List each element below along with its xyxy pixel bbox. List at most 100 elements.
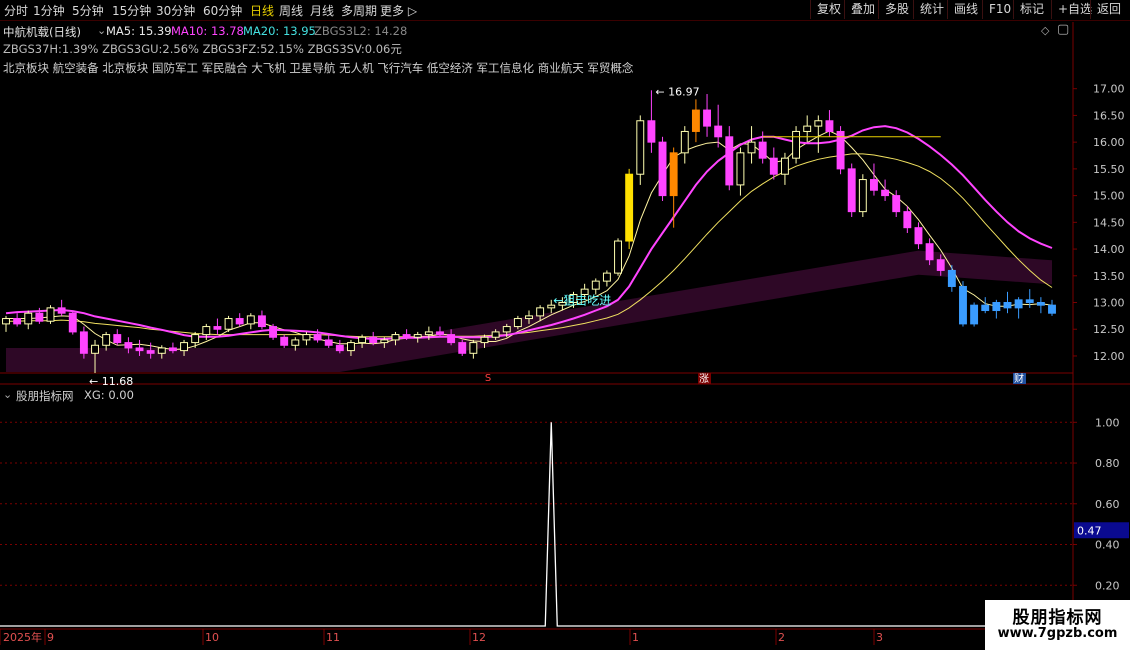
- candle-body-26: [291, 339, 300, 346]
- candle-body-33: [369, 336, 378, 344]
- candle-body-77: [858, 179, 867, 213]
- candle-body-32: [358, 336, 367, 344]
- candle-body-68: [758, 141, 767, 159]
- marker-s: S: [485, 373, 491, 384]
- candle-body-48: [536, 307, 545, 317]
- candle-body-71: [792, 130, 801, 159]
- candle-body-76: [847, 168, 856, 213]
- x-axis-label-0: 2025年: [3, 630, 42, 644]
- candle-body-61: [680, 130, 689, 154]
- indicator-xg-value: XG: 0.00: [84, 388, 134, 402]
- candle-body-65: [725, 136, 734, 186]
- candle-body-43: [480, 336, 489, 344]
- high-annotation: ← 16.97: [655, 85, 699, 98]
- candle-body-10: [113, 334, 122, 344]
- candle-body-46: [513, 318, 522, 328]
- candle-body-94: [1048, 304, 1056, 314]
- candle-body-84: [936, 259, 945, 271]
- buy-signal-label: ←狙击吃进: [553, 294, 611, 308]
- candle-body-53: [591, 280, 600, 290]
- indicator-collapse-icon[interactable]: ⌄: [3, 388, 12, 401]
- price-tick-label-1: 12.50: [1093, 323, 1125, 336]
- candle-body-38: [424, 331, 433, 336]
- watermark-url: www.7gpzb.com: [997, 626, 1118, 641]
- candle-body-28: [313, 334, 322, 341]
- ma20-line: [6, 153, 1053, 338]
- candle-body-56: [625, 173, 634, 242]
- candle-body-13: [146, 350, 155, 354]
- candle-body-19: [213, 326, 222, 330]
- kline-chart: 12.00 12.50 13.00 13.50 14.00 14.50 15.00 15.50…: [0, 22, 1130, 645]
- indicator-title: 股朋指标网: [16, 389, 74, 403]
- x-axis-label-4: 12: [472, 631, 486, 644]
- candle-body-20: [224, 318, 233, 330]
- candle-body-41: [458, 342, 467, 354]
- price-tick-label-8: 16.00: [1093, 136, 1125, 149]
- candle-body-86: [959, 285, 967, 325]
- candle-body-54: [602, 272, 611, 282]
- candle-body-23: [257, 315, 266, 328]
- ma10-line: [5, 125, 1053, 340]
- ind-current-label: 0.47: [1077, 524, 1102, 537]
- candle-body-81: [903, 211, 912, 229]
- candle-body-78: [870, 179, 878, 191]
- low-annotation: ← 11.68: [89, 375, 133, 388]
- candle-body-9: [102, 334, 111, 346]
- candle-body-44: [491, 331, 500, 338]
- price-tick-label-9: 16.50: [1093, 109, 1125, 122]
- candle-body-70: [780, 157, 789, 175]
- candle-body-8: [91, 344, 99, 354]
- candle-body-18: [202, 326, 211, 336]
- candle-body-79: [881, 189, 890, 197]
- candle-body-12: [135, 347, 144, 352]
- candle-body-15: [168, 347, 177, 352]
- price-tick-label-2: 13.00: [1093, 297, 1125, 310]
- candle-body-66: [736, 152, 745, 186]
- candle-body-45: [502, 326, 511, 333]
- candle-body-80: [892, 195, 901, 213]
- candle-body-58: [647, 120, 656, 143]
- candle-body-72: [803, 125, 812, 132]
- candle-body-93: [1036, 302, 1045, 306]
- candle-body-42: [469, 342, 478, 354]
- candle-body-24: [269, 326, 278, 338]
- candle-body-73: [814, 120, 823, 127]
- candle-body-1: [13, 318, 22, 325]
- candle-body-16: [180, 342, 188, 352]
- candle-body-36: [402, 334, 411, 338]
- candle-body-21: [235, 318, 244, 325]
- candle-body-55: [614, 240, 622, 274]
- x-axis-label-2: 10: [205, 631, 219, 644]
- candle-body-91: [1014, 299, 1023, 309]
- xg-signal-line: [0, 422, 1073, 627]
- candle-body-85: [947, 269, 956, 287]
- candle-body-69: [769, 157, 778, 175]
- candle-body-22: [246, 315, 255, 325]
- marker-zhang: 涨: [699, 373, 709, 385]
- candle-body-0: [2, 318, 10, 325]
- x-axis-label-7: 3: [876, 631, 883, 644]
- candle-body-89: [992, 302, 1001, 312]
- candle-body-4: [46, 307, 55, 322]
- candle-body-90: [1003, 302, 1012, 309]
- ind-tick-label-3: 0.80: [1095, 457, 1120, 470]
- watermark-logo: 股朋指标网 www.7gpzb.com: [985, 600, 1130, 650]
- candle-body-27: [302, 334, 311, 341]
- candle-body-88: [981, 304, 990, 312]
- candle-body-6: [68, 312, 77, 333]
- candle-body-62: [691, 109, 700, 132]
- candle-body-30: [335, 344, 344, 352]
- price-tick-label-10: 17.00: [1093, 83, 1125, 96]
- x-axis-label-3: 11: [326, 631, 340, 644]
- candle-body-7: [79, 331, 88, 354]
- ind-tick-label-2: 0.60: [1095, 498, 1120, 511]
- price-tick-label-6: 15.00: [1093, 190, 1125, 203]
- candle-body-14: [157, 347, 166, 354]
- candle-body-37: [413, 334, 422, 338]
- candle-body-64: [714, 125, 723, 138]
- ind-tick-label-0: 0.20: [1095, 579, 1120, 592]
- candle-body-57: [636, 120, 645, 175]
- candle-body-74: [825, 120, 834, 132]
- candle-body-39: [436, 331, 444, 336]
- candle-body-59: [658, 141, 667, 197]
